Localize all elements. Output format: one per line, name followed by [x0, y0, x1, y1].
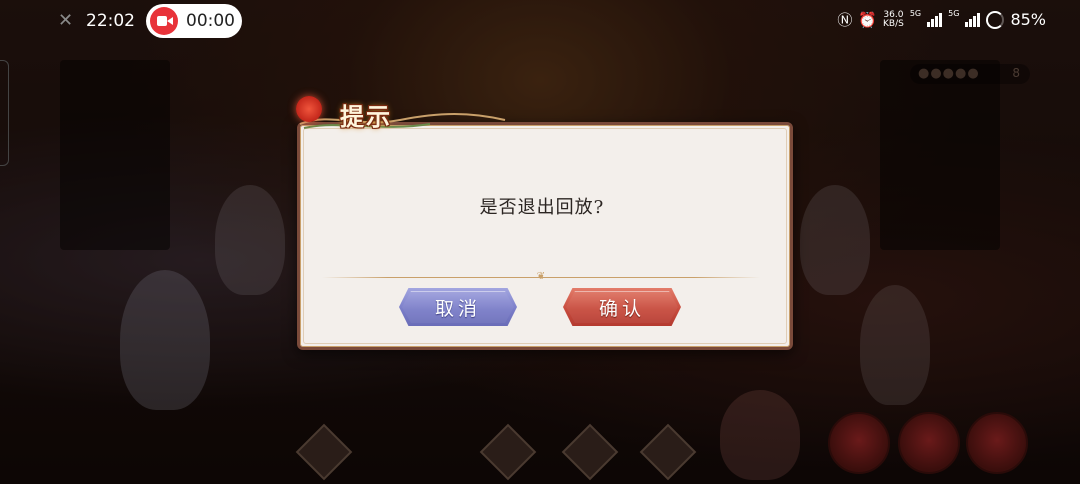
- cancel-button-label: 取消: [434, 297, 481, 320]
- signal-1-label: 5G: [909, 9, 922, 18]
- confirm-button[interactable]: 确认: [563, 288, 681, 326]
- alarm-icon: ⏰: [858, 10, 878, 29]
- network-speed: 36.0 KB/S: [883, 10, 904, 29]
- dialog-title: 提示: [340, 102, 392, 131]
- nfc-icon: Ⓝ: [837, 11, 853, 29]
- close-icon[interactable]: ✕: [58, 10, 73, 31]
- signal-icon: [927, 12, 943, 27]
- dialog-message: 是否退出回放?: [479, 197, 605, 218]
- skill-button[interactable]: [828, 412, 890, 474]
- signal-icon: [965, 12, 981, 27]
- dialog-divider: ❦: [322, 271, 760, 282]
- screen-record-pill[interactable]: 00:00: [146, 4, 242, 38]
- title-banner-ornament: [299, 113, 506, 129]
- divider-ornament-icon: ❦: [536, 271, 546, 282]
- signal-2-label: 5G: [948, 9, 960, 18]
- battery-icon: [986, 10, 1005, 29]
- energy-meter: ●●●●● 8: [910, 64, 1030, 84]
- battery-level: 85%: [1010, 10, 1046, 29]
- confirm-button-label: 确认: [598, 297, 645, 320]
- record-camera-icon: [150, 7, 178, 35]
- energy-drops-icon: ●●●●●: [918, 66, 980, 81]
- side-drawer-handle[interactable]: [0, 60, 9, 166]
- skill-button[interactable]: [898, 412, 960, 474]
- status-icons: Ⓝ ⏰ 36.0 KB/S 5G 5G 85%: [837, 9, 1046, 30]
- skill-button[interactable]: [966, 412, 1028, 474]
- recording-timer: 00:00: [186, 11, 235, 31]
- energy-count: 8: [1012, 66, 1020, 80]
- exit-replay-dialog: [297, 122, 793, 350]
- status-bar: ✕ 22:02 00:00 Ⓝ ⏰ 36.0 KB/S 5G 5G 85%: [0, 0, 1080, 42]
- clock-time: 22:02: [86, 11, 135, 31]
- title-sun-icon: [296, 96, 322, 122]
- cancel-button[interactable]: 取消: [399, 288, 517, 326]
- network-speed-unit: KB/S: [883, 18, 904, 29]
